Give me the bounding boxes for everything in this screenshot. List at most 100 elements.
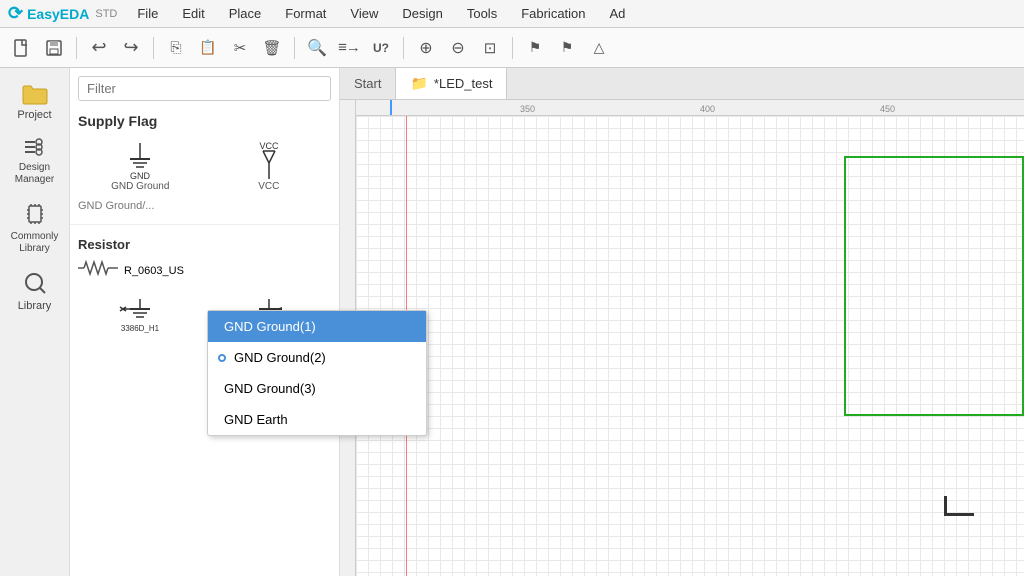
design-manager-icon xyxy=(21,135,49,159)
menu-place[interactable]: Place xyxy=(225,4,266,23)
supply-flag-title: Supply Flag xyxy=(70,109,339,137)
sidebar-item-project[interactable]: Project xyxy=(5,76,65,127)
gnd-label: GND Ground xyxy=(111,181,169,192)
toolbar-flag3[interactable]: △ xyxy=(585,34,613,62)
gnd-svg: GND xyxy=(115,141,165,181)
menu-ad[interactable]: Ad xyxy=(606,4,630,23)
menu-fabrication[interactable]: Fabrication xyxy=(517,4,589,23)
dropdown-gnd2-label: GND Ground(2) xyxy=(234,350,326,365)
dropdown-gnd3-label: GND Ground(3) xyxy=(224,381,316,396)
toolbar-fit[interactable]: ⊡ xyxy=(476,34,504,62)
save-icon xyxy=(45,39,63,57)
toolbar-delete[interactable]: 🗑 xyxy=(258,34,286,62)
menu-format[interactable]: Format xyxy=(281,4,330,23)
sidebar: Project Design Manager xyxy=(0,68,70,576)
toolbar-sep-1 xyxy=(76,37,77,59)
dropdown-gnd2[interactable]: GND Ground(2) xyxy=(208,342,426,373)
main-area: Project Design Manager xyxy=(0,68,1024,576)
toolbar-redo[interactable]: ↪ xyxy=(117,34,145,62)
app-logo: ⟳ EasyEDA STD xyxy=(8,3,117,24)
tab-start-label: Start xyxy=(354,76,381,91)
toolbar-undo[interactable]: ↩ xyxy=(85,34,113,62)
dropdown-gnd-earth[interactable]: GND Earth xyxy=(208,404,426,435)
ruler-tick-450: 450 xyxy=(880,104,895,114)
menu-view[interactable]: View xyxy=(346,4,382,23)
r0603-label: R_0603_US xyxy=(124,265,184,277)
resistor-item-r0603[interactable]: R_0603_US xyxy=(70,256,339,285)
dropdown-gnd3[interactable]: GND Ground(3) xyxy=(208,373,426,404)
tab-folder-icon: 📁 xyxy=(410,75,427,92)
tab-led-test[interactable]: 📁 *LED_test xyxy=(396,68,507,99)
new-file-icon xyxy=(13,39,31,57)
toolbar-search[interactable]: 🔍 xyxy=(303,34,331,62)
canvas-area: Start 📁 *LED_test 350 400 450 xyxy=(340,68,1024,576)
app-name: EasyEDA xyxy=(27,6,89,22)
sidebar-project-label: Project xyxy=(17,109,51,121)
dropdown-gnd1-label: GND Ground(1) xyxy=(224,319,316,334)
schematic-canvas[interactable] xyxy=(356,116,1024,576)
app-edition: STD xyxy=(95,8,117,20)
component-grid: GND GND Ground VCC VCC xyxy=(70,137,339,196)
menu-file[interactable]: File xyxy=(133,4,162,23)
sidebar-library-label: Library xyxy=(18,300,52,312)
resistor-title: Resistor xyxy=(70,233,339,256)
svg-text:GND: GND xyxy=(130,171,151,181)
menu-tools[interactable]: Tools xyxy=(463,4,501,23)
gnd-symbol: GND xyxy=(110,141,170,181)
toolbar-cut[interactable]: ✂ xyxy=(226,34,254,62)
ruler-tick-400: 400 xyxy=(700,104,715,114)
library-search-icon xyxy=(21,269,49,297)
vcc-svg: VCC xyxy=(244,141,294,181)
tab-start[interactable]: Start xyxy=(340,68,396,99)
menu-edit[interactable]: Edit xyxy=(178,4,208,23)
sidebar-item-commonly-library[interactable]: Commonly Library xyxy=(5,194,65,261)
black-connector xyxy=(944,496,974,516)
bottom-comp1-svg: 3386D_H1 xyxy=(115,297,165,333)
sidebar-design-label: Design Manager xyxy=(9,162,61,186)
toolbar-zoom-out[interactable]: ⊖ xyxy=(444,34,472,62)
filter-input[interactable] xyxy=(78,76,331,101)
dropdown-dot-icon xyxy=(218,354,226,362)
toolbar-sep-5 xyxy=(512,37,513,59)
vcc-component[interactable]: VCC VCC xyxy=(207,137,332,196)
green-component-rect xyxy=(844,156,1024,416)
ruler-horizontal: 350 400 450 xyxy=(340,100,1024,116)
dropdown-gnd1[interactable]: GND Ground(1) xyxy=(208,311,426,342)
menu-design[interactable]: Design xyxy=(398,4,446,23)
toolbar-flag1[interactable]: ⚑ xyxy=(521,34,549,62)
logo-icon: ⟳ xyxy=(8,3,23,24)
svg-text:VCC: VCC xyxy=(259,141,279,151)
project-folder-icon xyxy=(21,82,49,106)
filter-bar xyxy=(70,68,339,109)
gnd-component[interactable]: GND GND Ground xyxy=(78,137,203,196)
resistor-symbol xyxy=(78,260,118,281)
sidebar-common-label: Commonly Library xyxy=(9,231,61,255)
toolbar-sep-4 xyxy=(403,37,404,59)
toolbar-save[interactable] xyxy=(40,34,68,62)
toolbar-flag2[interactable]: ⚑ xyxy=(553,34,581,62)
schematic-area: 350 400 450 xyxy=(340,100,1024,576)
tab-bar: Start 📁 *LED_test xyxy=(340,68,1024,100)
menu-bar: ⟳ EasyEDA STD File Edit Place Format Vie… xyxy=(0,0,1024,28)
toolbar-net[interactable]: U? xyxy=(367,34,395,62)
toolbar-custom1[interactable]: ≡→ xyxy=(335,34,363,62)
sidebar-item-design-manager[interactable]: Design Manager xyxy=(5,129,65,192)
toolbar: ↩ ↪ ⎘ 📋 ✂ 🗑 🔍 ≡→ U? ⊕ ⊖ ⊡ ⚑ ⚑ △ xyxy=(0,28,1024,68)
toolbar-sep-2 xyxy=(153,37,154,59)
gnd-truncated-label: GND Ground/... xyxy=(70,196,339,216)
toolbar-paste[interactable]: 📋 xyxy=(194,34,222,62)
toolbar-new[interactable] xyxy=(8,34,36,62)
svg-text:3386D_H1: 3386D_H1 xyxy=(121,324,160,333)
toolbar-zoom-in[interactable]: ⊕ xyxy=(412,34,440,62)
library-chip-icon xyxy=(21,200,49,228)
toolbar-sep-3 xyxy=(294,37,295,59)
resistor-svg xyxy=(78,260,118,276)
bottom-component-1[interactable]: 3386D_H1 xyxy=(78,293,203,337)
sidebar-item-library[interactable]: Library xyxy=(5,263,65,318)
vcc-label: VCC xyxy=(258,181,279,192)
toolbar-copy[interactable]: ⎘ xyxy=(162,34,190,62)
vcc-symbol: VCC xyxy=(239,141,299,181)
dropdown-menu: GND Ground(1) GND Ground(2) GND Ground(3… xyxy=(207,310,427,436)
tab-led-label: *LED_test xyxy=(434,76,493,91)
dropdown-gndearth-label: GND Earth xyxy=(224,412,288,427)
